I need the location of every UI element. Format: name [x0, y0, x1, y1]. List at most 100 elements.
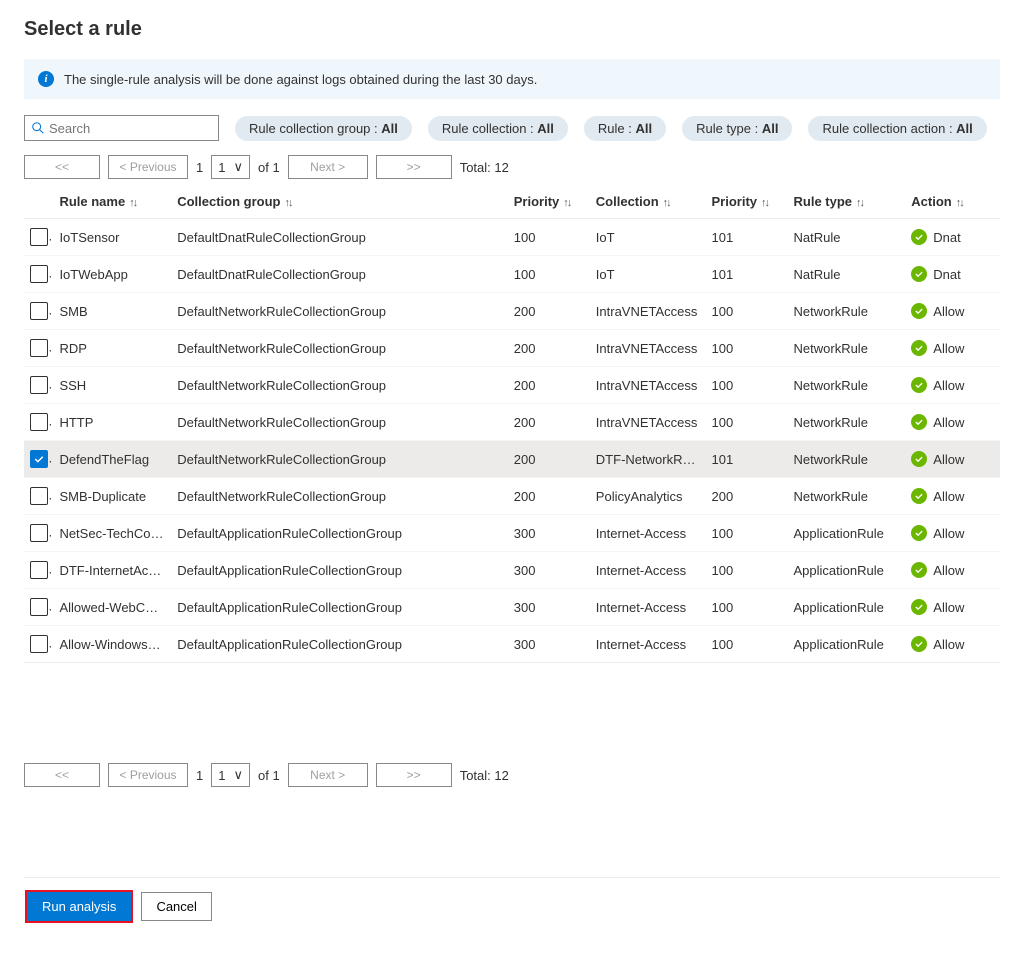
cell-rule-type: NetworkRule	[788, 478, 906, 515]
table-row[interactable]: DefendTheFlagDefaultNetworkRuleCollectio…	[24, 441, 1000, 478]
last-page-button[interactable]: >>	[376, 155, 452, 179]
col-priority[interactable]: Priority↑↓	[508, 185, 590, 219]
table-row[interactable]: SMBDefaultNetworkRuleCollectionGroup200I…	[24, 293, 1000, 330]
row-checkbox[interactable]	[30, 487, 48, 505]
row-checkbox[interactable]	[30, 598, 48, 616]
row-checkbox[interactable]	[30, 302, 48, 320]
filter-pill-2[interactable]: Rule : All	[584, 116, 666, 141]
cell-priority2: 100	[705, 293, 787, 330]
cell-priority2: 100	[705, 367, 787, 404]
next-page-button-bottom[interactable]: Next >	[288, 763, 368, 787]
cell-priority2: 100	[705, 626, 787, 663]
cell-priority2: 101	[705, 219, 787, 256]
table-row[interactable]: Allowed-WebC…DefaultApplicationRuleColle…	[24, 589, 1000, 626]
cell-rule-type: NatRule	[788, 219, 906, 256]
cell-collection: IntraVNETAccess	[590, 367, 706, 404]
cell-priority: 300	[508, 589, 590, 626]
search-input[interactable]	[49, 121, 225, 136]
row-checkbox[interactable]	[30, 450, 48, 468]
cell-rule-type: NetworkRule	[788, 293, 906, 330]
cell-rule-name: SMB	[53, 293, 171, 330]
table-row[interactable]: NetSec-TechCo…DefaultApplicationRuleColl…	[24, 515, 1000, 552]
row-checkbox[interactable]	[30, 376, 48, 394]
table-row[interactable]: SMB-DuplicateDefaultNetworkRuleCollectio…	[24, 478, 1000, 515]
cell-rule-type: NetworkRule	[788, 367, 906, 404]
row-checkbox[interactable]	[30, 413, 48, 431]
search-icon	[31, 121, 45, 135]
cell-priority: 200	[508, 441, 590, 478]
col-rule-type[interactable]: Rule type↑↓	[788, 185, 906, 219]
table-row[interactable]: IoTSensorDefaultDnatRuleCollectionGroup1…	[24, 219, 1000, 256]
cell-collection: DTF-NetworkR…	[590, 441, 706, 478]
cell-collection-group: DefaultApplicationRuleCollectionGroup	[171, 589, 508, 626]
cell-rule-type: ApplicationRule	[788, 552, 906, 589]
cancel-button[interactable]: Cancel	[141, 892, 211, 921]
cell-rule-name: DTF-InternetAc…	[53, 552, 171, 589]
first-page-button-bottom[interactable]: <<	[24, 763, 100, 787]
check-circle-icon	[911, 303, 927, 319]
filter-pill-1[interactable]: Rule collection : All	[428, 116, 568, 141]
cell-collection: Internet-Access	[590, 589, 706, 626]
pager-top: << < Previous 1 1 ∨ of 1 Next > >> Total…	[24, 155, 1024, 179]
chevron-down-icon: ∨	[233, 767, 243, 783]
page-title: Select a rule	[24, 18, 1024, 41]
col-rule-name[interactable]: Rule name↑↓	[53, 185, 171, 219]
cell-priority: 200	[508, 478, 590, 515]
row-checkbox[interactable]	[30, 228, 48, 246]
page-select[interactable]: 1 ∨	[211, 155, 250, 179]
table-row[interactable]: DTF-InternetAc…DefaultApplicationRuleCol…	[24, 552, 1000, 589]
page-select-bottom[interactable]: 1 ∨	[211, 763, 250, 787]
col-action[interactable]: Action↑↓	[905, 185, 1000, 219]
first-page-button[interactable]: <<	[24, 155, 100, 179]
cell-priority2: 100	[705, 404, 787, 441]
cell-action: Allow	[905, 589, 1000, 626]
filter-pill-3[interactable]: Rule type : All	[682, 116, 792, 141]
col-priority2[interactable]: Priority↑↓	[705, 185, 787, 219]
cell-action: Allow	[905, 293, 1000, 330]
row-checkbox[interactable]	[30, 339, 48, 357]
cell-priority: 200	[508, 330, 590, 367]
cell-priority: 200	[508, 404, 590, 441]
cell-collection: Internet-Access	[590, 626, 706, 663]
table-row[interactable]: IoTWebAppDefaultDnatRuleCollectionGroup1…	[24, 256, 1000, 293]
run-analysis-button[interactable]: Run analysis	[27, 892, 131, 921]
cell-collection: Internet-Access	[590, 515, 706, 552]
cell-rule-name: DefendTheFlag	[53, 441, 171, 478]
cell-action: Dnat	[905, 219, 1000, 256]
cell-rule-name: Allow-Windows…	[53, 626, 171, 663]
row-checkbox[interactable]	[30, 265, 48, 283]
chevron-down-icon: ∨	[233, 159, 243, 175]
table-row[interactable]: Allow-Windows…DefaultApplicationRuleColl…	[24, 626, 1000, 663]
last-page-button-bottom[interactable]: >>	[376, 763, 452, 787]
filter-pill-4[interactable]: Rule collection action : All	[808, 116, 986, 141]
cell-rule-type: NatRule	[788, 256, 906, 293]
col-collection-group[interactable]: Collection group↑↓	[171, 185, 508, 219]
footer: Run analysis Cancel	[24, 877, 1000, 935]
filter-pill-0[interactable]: Rule collection group : All	[235, 116, 412, 141]
search-input-wrap[interactable]	[24, 115, 219, 141]
cell-collection-group: DefaultNetworkRuleCollectionGroup	[171, 404, 508, 441]
cell-action: Allow	[905, 330, 1000, 367]
table-row[interactable]: HTTPDefaultNetworkRuleCollectionGroup200…	[24, 404, 1000, 441]
cell-collection: IoT	[590, 256, 706, 293]
cell-rule-name: RDP	[53, 330, 171, 367]
cell-collection-group: DefaultNetworkRuleCollectionGroup	[171, 478, 508, 515]
prev-page-button[interactable]: < Previous	[108, 155, 188, 179]
check-circle-icon	[911, 377, 927, 393]
filter-bar: Rule collection group : All Rule collecti…	[24, 115, 1000, 141]
info-text: The single-rule analysis will be done ag…	[64, 72, 537, 87]
check-circle-icon	[911, 340, 927, 356]
table-row[interactable]: SSHDefaultNetworkRuleCollectionGroup200I…	[24, 367, 1000, 404]
row-checkbox[interactable]	[30, 524, 48, 542]
table-row[interactable]: RDPDefaultNetworkRuleCollectionGroup200I…	[24, 330, 1000, 367]
cell-rule-type: ApplicationRule	[788, 626, 906, 663]
prev-page-button-bottom[interactable]: < Previous	[108, 763, 188, 787]
cell-priority2: 101	[705, 256, 787, 293]
check-circle-icon	[911, 562, 927, 578]
row-checkbox[interactable]	[30, 561, 48, 579]
check-circle-icon	[911, 525, 927, 541]
cell-rule-name: Allowed-WebC…	[53, 589, 171, 626]
col-collection[interactable]: Collection↑↓	[590, 185, 706, 219]
next-page-button[interactable]: Next >	[288, 155, 368, 179]
row-checkbox[interactable]	[30, 635, 48, 653]
